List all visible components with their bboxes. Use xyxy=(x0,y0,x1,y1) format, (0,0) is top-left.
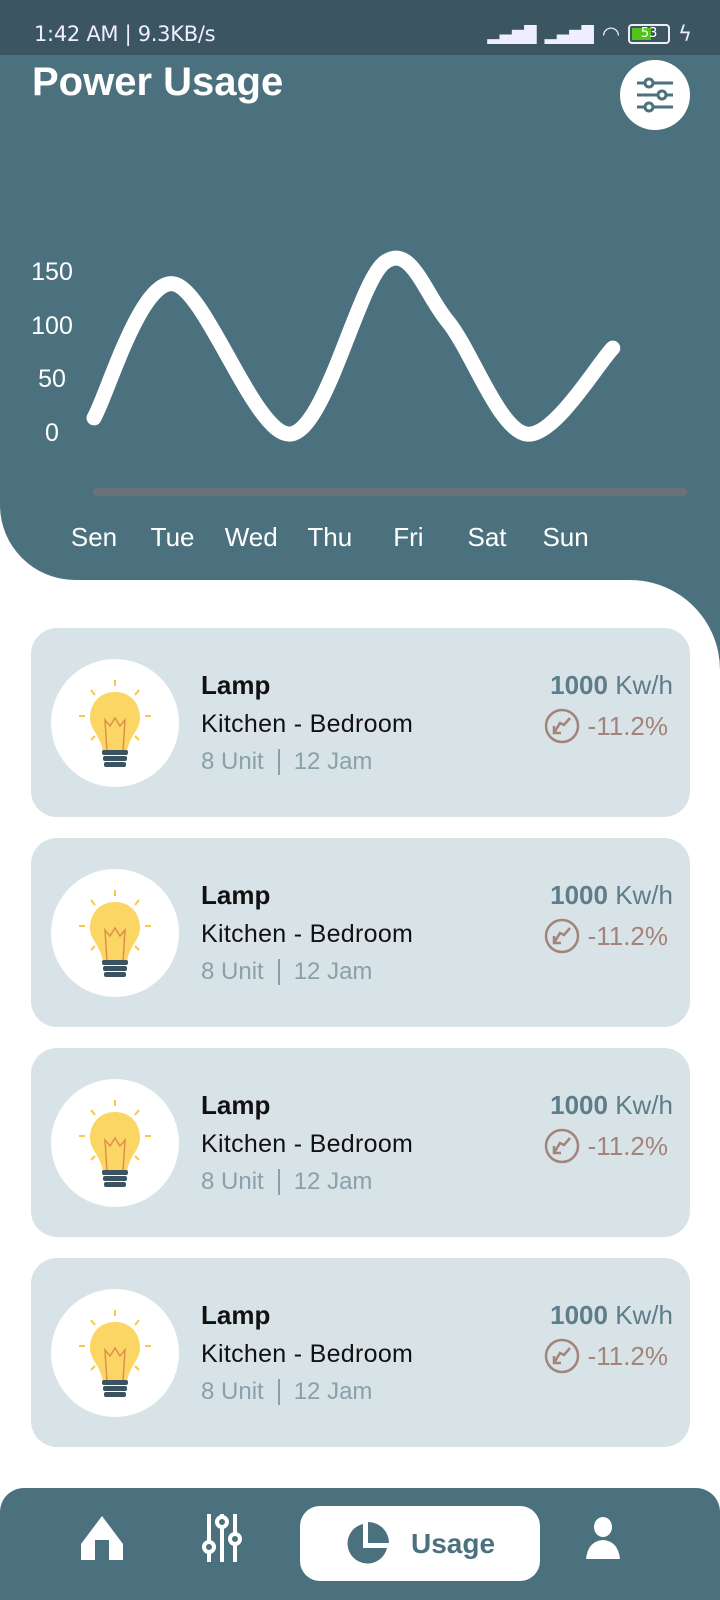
device-hours: 12 Jam xyxy=(293,1378,373,1405)
home-icon xyxy=(81,1516,123,1560)
device-meta: 8 Unit 12 Jam xyxy=(201,958,372,986)
device-change: -11.2% xyxy=(544,918,668,954)
lightbulb-icon xyxy=(79,1100,151,1187)
trend-down-icon xyxy=(544,1128,579,1164)
lightbulb-icon xyxy=(79,1310,151,1397)
power-unit: Kw/h xyxy=(615,880,673,910)
nav-controls[interactable] xyxy=(200,1514,244,1562)
device-card[interactable]: Lamp Kitchen - Bedroom 8 Unit 12 Jam 1000… xyxy=(31,838,690,1027)
sliders-icon xyxy=(202,1514,242,1562)
change-value: -11.2% xyxy=(587,710,668,741)
power-value: 1000 xyxy=(550,1090,608,1120)
device-room: Kitchen - Bedroom xyxy=(201,1340,414,1368)
change-value: -11.2% xyxy=(587,1130,668,1161)
device-power: 1000 Kw/h xyxy=(550,1300,673,1331)
device-card[interactable]: Lamp Kitchen - Bedroom 8 Unit 12 Jam 1000… xyxy=(31,628,690,817)
power-value: 1000 xyxy=(550,1300,608,1330)
user-icon xyxy=(586,1517,620,1559)
usage-line xyxy=(86,250,621,442)
device-meta: 8 Unit 12 Jam xyxy=(201,1168,372,1196)
chart-baseline xyxy=(93,488,687,496)
device-change: -11.2% xyxy=(544,1128,668,1164)
nav-home[interactable] xyxy=(80,1514,124,1562)
power-value: 1000 xyxy=(550,880,608,910)
device-change: -11.2% xyxy=(544,1338,668,1374)
device-icon-circle xyxy=(51,659,179,787)
device-room: Kitchen - Bedroom xyxy=(201,710,414,738)
device-units: 8 Unit xyxy=(201,1378,264,1405)
power-unit: Kw/h xyxy=(615,670,673,700)
lightbulb-icon xyxy=(79,680,151,767)
device-units: 8 Unit xyxy=(201,958,264,985)
device-icon-circle xyxy=(51,869,179,997)
lightbulb-icon xyxy=(79,890,151,977)
divider xyxy=(277,1169,280,1195)
divider xyxy=(277,1379,280,1405)
divider xyxy=(277,749,280,775)
trend-down-icon xyxy=(544,918,579,954)
usage-chart xyxy=(86,250,687,496)
divider xyxy=(277,959,280,985)
nav-usage[interactable]: Usage xyxy=(300,1506,540,1581)
device-meta: 8 Unit 12 Jam xyxy=(201,1378,372,1406)
device-hours: 12 Jam xyxy=(293,748,373,775)
trend-down-icon xyxy=(544,1338,579,1374)
power-unit: Kw/h xyxy=(615,1090,673,1120)
change-value: -11.2% xyxy=(587,920,668,951)
device-name: Lamp xyxy=(201,880,271,910)
device-power: 1000 Kw/h xyxy=(550,670,673,701)
device-change: -11.2% xyxy=(544,708,668,744)
power-value: 1000 xyxy=(550,670,608,700)
device-hours: 12 Jam xyxy=(293,1168,373,1195)
nav-usage-label: Usage xyxy=(410,1527,496,1559)
bottom-nav: Usage xyxy=(0,1488,720,1600)
device-units: 8 Unit xyxy=(201,1168,264,1195)
device-meta: 8 Unit 12 Jam xyxy=(201,748,372,776)
device-room: Kitchen - Bedroom xyxy=(201,920,414,948)
device-units: 8 Unit xyxy=(201,748,264,775)
device-name: Lamp xyxy=(201,670,271,700)
power-unit: Kw/h xyxy=(615,1300,673,1330)
nav-profile[interactable] xyxy=(585,1514,621,1562)
device-name: Lamp xyxy=(201,1090,271,1120)
device-room: Kitchen - Bedroom xyxy=(201,1130,414,1158)
device-card[interactable]: Lamp Kitchen - Bedroom 8 Unit 12 Jam 1000… xyxy=(31,1258,690,1447)
change-value: -11.2% xyxy=(587,1340,668,1371)
device-power: 1000 Kw/h xyxy=(550,1090,673,1121)
device-card[interactable]: Lamp Kitchen - Bedroom 8 Unit 12 Jam 1000… xyxy=(31,1048,690,1237)
pie-chart-icon xyxy=(347,1521,389,1563)
device-icon-circle xyxy=(51,1079,179,1207)
device-name: Lamp xyxy=(201,1300,271,1330)
trend-down-icon xyxy=(544,708,579,744)
device-icon-circle xyxy=(51,1289,179,1417)
device-hours: 12 Jam xyxy=(293,958,373,985)
device-power: 1000 Kw/h xyxy=(550,880,673,911)
